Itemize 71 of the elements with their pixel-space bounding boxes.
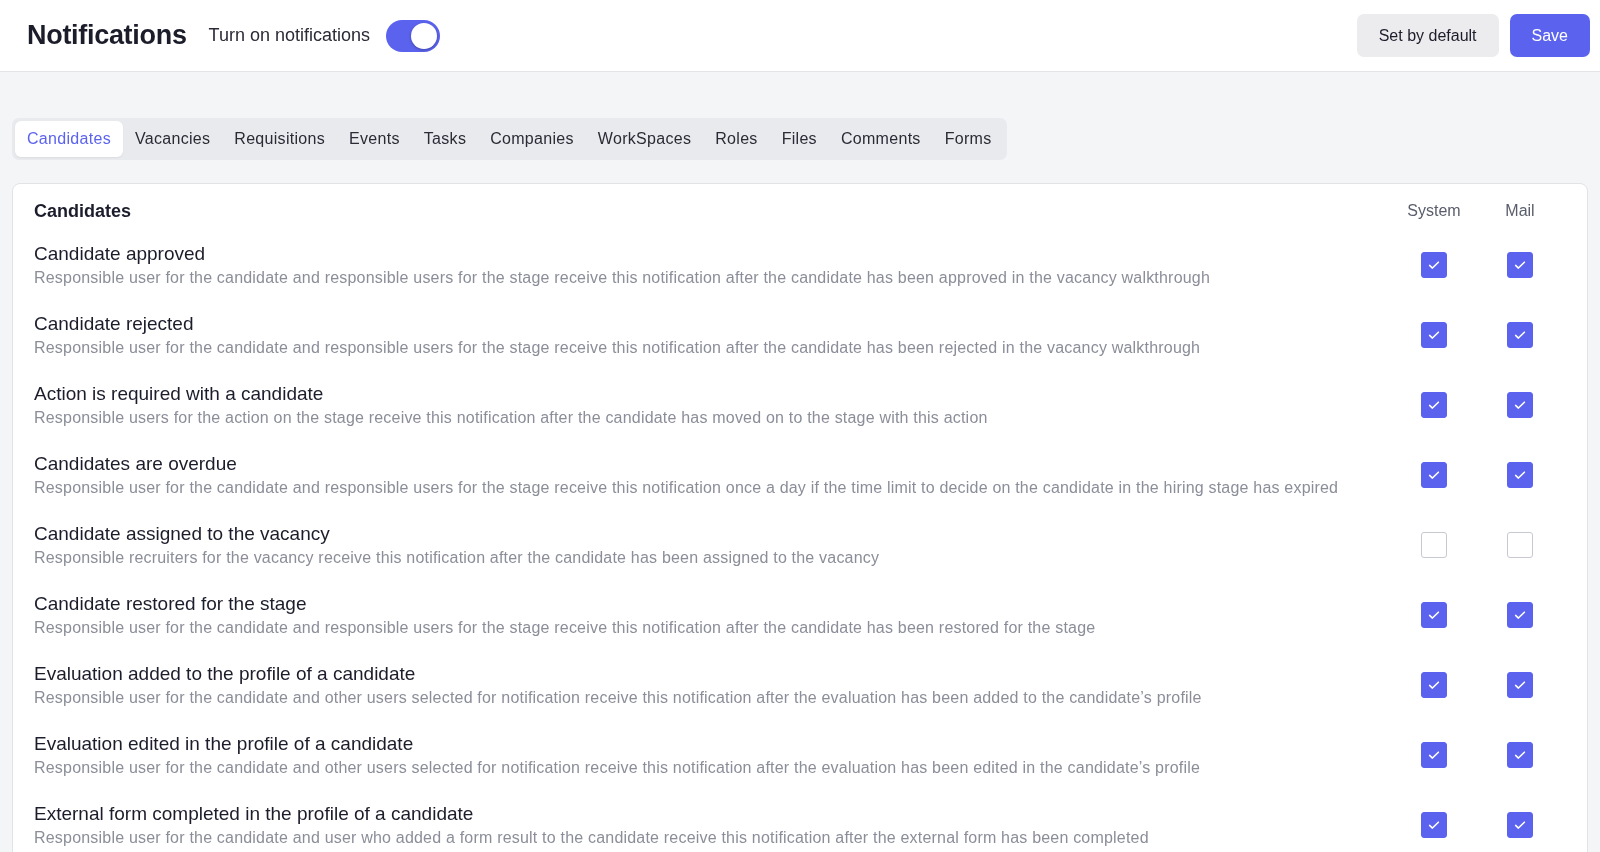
notification-title: Evaluation edited in the profile of a candidate — [34, 733, 415, 755]
mail-checkbox[interactable] — [1507, 252, 1533, 278]
tab[interactable]: Files — [769, 121, 829, 157]
check-icon — [1513, 748, 1527, 762]
check-icon — [1513, 398, 1527, 412]
notification-description: Responsible user for the candidate and responsible users for the stage receive this notification once a day if the time limit to decide on the candidate in the hiring stage has expired — [34, 479, 1340, 497]
notification-description: Responsible user for the candidate and other users selected for notification receive this notification after the evaluation has been added to the candidate’s profile — [34, 689, 1203, 707]
check-icon — [1513, 468, 1527, 482]
tab[interactable]: Vacancies — [122, 121, 223, 157]
mail-checkbox[interactable] — [1507, 602, 1533, 628]
mail-checkbox[interactable] — [1507, 672, 1533, 698]
mail-checkbox[interactable] — [1507, 812, 1533, 838]
notification-description: Responsible user for the candidate and responsible users for the stage receive this notification after the candidate has been rejected in the vacancy walkthrough — [34, 339, 1202, 357]
system-checkbox[interactable] — [1421, 322, 1447, 348]
system-checkbox[interactable] — [1421, 602, 1447, 628]
system-checkbox[interactable] — [1421, 252, 1447, 278]
notification-title: Candidate rejected — [34, 313, 195, 335]
notification-title: Candidates are overdue — [34, 453, 238, 475]
check-icon — [1427, 748, 1441, 762]
check-icon — [1513, 258, 1527, 272]
system-checkbox[interactable] — [1421, 742, 1447, 768]
tab[interactable]: Forms — [932, 121, 1004, 157]
notification-title: Candidate approved — [34, 243, 207, 265]
column-header: System — [1406, 202, 1462, 220]
notification-title: Action is required with a candidate — [34, 383, 325, 405]
notification-description: Responsible user for the candidate and other users selected for notification receive this notification after the evaluation has been edited in the candidate’s profile — [34, 759, 1202, 777]
notification-description: Responsible users for the action on the stage receive this notification after the candidate has moved on to the stage with this action — [34, 409, 989, 427]
check-icon — [1427, 398, 1441, 412]
notifications-toggle[interactable] — [386, 19, 441, 52]
mail-checkbox[interactable] — [1507, 322, 1533, 348]
mail-checkbox[interactable] — [1507, 462, 1533, 488]
tab[interactable]: WorkSpaces — [585, 121, 704, 157]
column-header: Mail — [1504, 202, 1536, 220]
check-icon — [1513, 328, 1527, 342]
check-icon — [1513, 818, 1527, 832]
notification-description: Responsible recruiters for the vacancy receive this notification after the candidate has been assigned to the vacancy — [34, 549, 881, 567]
notification-title: Evaluation added to the profile of a candidate — [34, 663, 417, 685]
notification-title: Candidate restored for the stage — [34, 593, 308, 615]
notification-title: Candidate assigned to the vacancy — [34, 523, 331, 545]
tab[interactable]: Companies — [478, 121, 586, 157]
tab[interactable]: Tasks — [411, 121, 479, 157]
tab[interactable]: Comments — [828, 121, 933, 157]
notification-description: Responsible user for the candidate and user who added a form result to the candidate receive this notification after the external form has been completed — [34, 829, 1150, 847]
check-icon — [1427, 258, 1441, 272]
save-button[interactable]: Save — [1509, 14, 1590, 57]
notification-description: Responsible user for the candidate and responsible users for the stage receive this notification after the candidate has been restored for the stage — [34, 619, 1097, 637]
notification-title: External form completed in the profile of a candidate — [34, 803, 475, 825]
tab[interactable]: Requisitions — [222, 121, 338, 157]
tab[interactable]: Candidates — [15, 121, 123, 157]
check-icon — [1513, 678, 1527, 692]
check-icon — [1427, 678, 1441, 692]
notification-description: Responsible user for the candidate and responsible users for the stage receive this notification after the candidate has been approved in the vacancy walkthrough — [34, 269, 1212, 287]
page-title: Notifications — [27, 20, 187, 51]
check-icon — [1427, 328, 1441, 342]
check-icon — [1427, 818, 1441, 832]
system-checkbox[interactable] — [1421, 392, 1447, 418]
system-checkbox[interactable] — [1421, 532, 1447, 558]
system-checkbox[interactable] — [1421, 462, 1447, 488]
system-checkbox[interactable] — [1421, 672, 1447, 698]
mail-checkbox[interactable] — [1507, 742, 1533, 768]
check-icon — [1513, 608, 1527, 622]
mail-checkbox[interactable] — [1507, 532, 1533, 558]
check-icon — [1427, 468, 1441, 482]
default-button[interactable]: Set by default — [1356, 14, 1499, 57]
tab[interactable]: Roles — [703, 121, 770, 157]
section-title: Candidates — [34, 200, 132, 221]
mail-checkbox[interactable] — [1507, 392, 1533, 418]
toggle-label: Turn on notifications — [208, 25, 371, 46]
check-icon — [1427, 608, 1441, 622]
tab[interactable]: Events — [337, 121, 412, 157]
system-checkbox[interactable] — [1421, 812, 1447, 838]
